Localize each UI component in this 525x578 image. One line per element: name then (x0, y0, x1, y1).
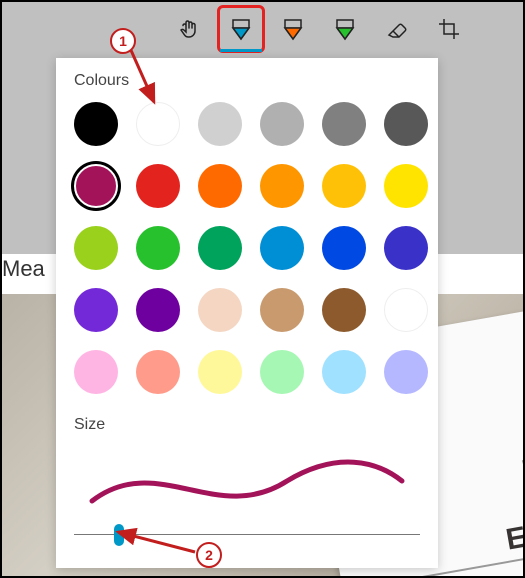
colour-swatch[interactable] (136, 350, 180, 394)
colour-swatch[interactable] (74, 288, 118, 332)
highlighter-icon (334, 17, 356, 41)
crop-tool[interactable] (432, 12, 466, 46)
colour-swatch[interactable] (136, 164, 180, 208)
colour-swatch[interactable] (322, 288, 366, 332)
crop-icon (437, 17, 461, 41)
annotation-arrow-2-icon (110, 526, 200, 560)
colour-swatch[interactable] (260, 226, 304, 270)
doc-partial-text: Mea (2, 256, 45, 282)
pen-settings-popup: Colours Size (56, 58, 438, 568)
colour-swatch[interactable] (322, 350, 366, 394)
card-fragment-1: ng (520, 450, 525, 475)
annotation-badge-2: 2 (196, 542, 222, 568)
toolbar (2, 2, 523, 56)
colour-swatch-grid (74, 102, 420, 394)
colour-swatch[interactable] (260, 288, 304, 332)
colour-swatch[interactable] (198, 226, 242, 270)
colour-swatch[interactable] (384, 226, 428, 270)
colour-swatch[interactable] (384, 164, 428, 208)
colour-swatch[interactable] (198, 350, 242, 394)
pen-icon (230, 17, 252, 41)
size-heading: Size (74, 416, 420, 434)
colour-swatch[interactable] (384, 350, 428, 394)
colour-swatch[interactable] (74, 102, 118, 146)
stroke-preview-icon (74, 446, 420, 516)
colour-swatch[interactable] (384, 288, 428, 332)
annotation-badge-1: 1 (110, 28, 136, 54)
eraser-icon (385, 17, 409, 41)
highlighter-tool[interactable] (328, 12, 362, 46)
touch-tool[interactable] (172, 12, 206, 46)
colour-swatch[interactable] (260, 350, 304, 394)
colour-swatch[interactable] (198, 102, 242, 146)
colour-swatch[interactable] (260, 164, 304, 208)
colour-swatch[interactable] (322, 102, 366, 146)
ballpoint-pen-tool[interactable] (224, 12, 258, 46)
eraser-tool[interactable] (380, 12, 414, 46)
colour-swatch[interactable] (198, 288, 242, 332)
hand-icon (177, 17, 201, 41)
colour-swatch[interactable] (74, 226, 118, 270)
colour-swatch[interactable] (384, 102, 428, 146)
app-frame: Mea ng EL Colours Size 1 2 (0, 0, 525, 578)
colour-swatch[interactable] (198, 164, 242, 208)
colour-swatch[interactable] (322, 164, 366, 208)
active-tool-underline (220, 49, 262, 52)
colour-swatch[interactable] (74, 164, 118, 208)
pencil-icon (282, 17, 304, 41)
card-fragment-2: EL (504, 517, 525, 557)
annotation-arrow-1-icon (124, 44, 174, 119)
colour-swatch[interactable] (322, 226, 366, 270)
colour-swatch[interactable] (136, 226, 180, 270)
colour-swatch[interactable] (260, 102, 304, 146)
colour-swatch[interactable] (74, 350, 118, 394)
colour-swatch[interactable] (136, 288, 180, 332)
pencil-tool[interactable] (276, 12, 310, 46)
